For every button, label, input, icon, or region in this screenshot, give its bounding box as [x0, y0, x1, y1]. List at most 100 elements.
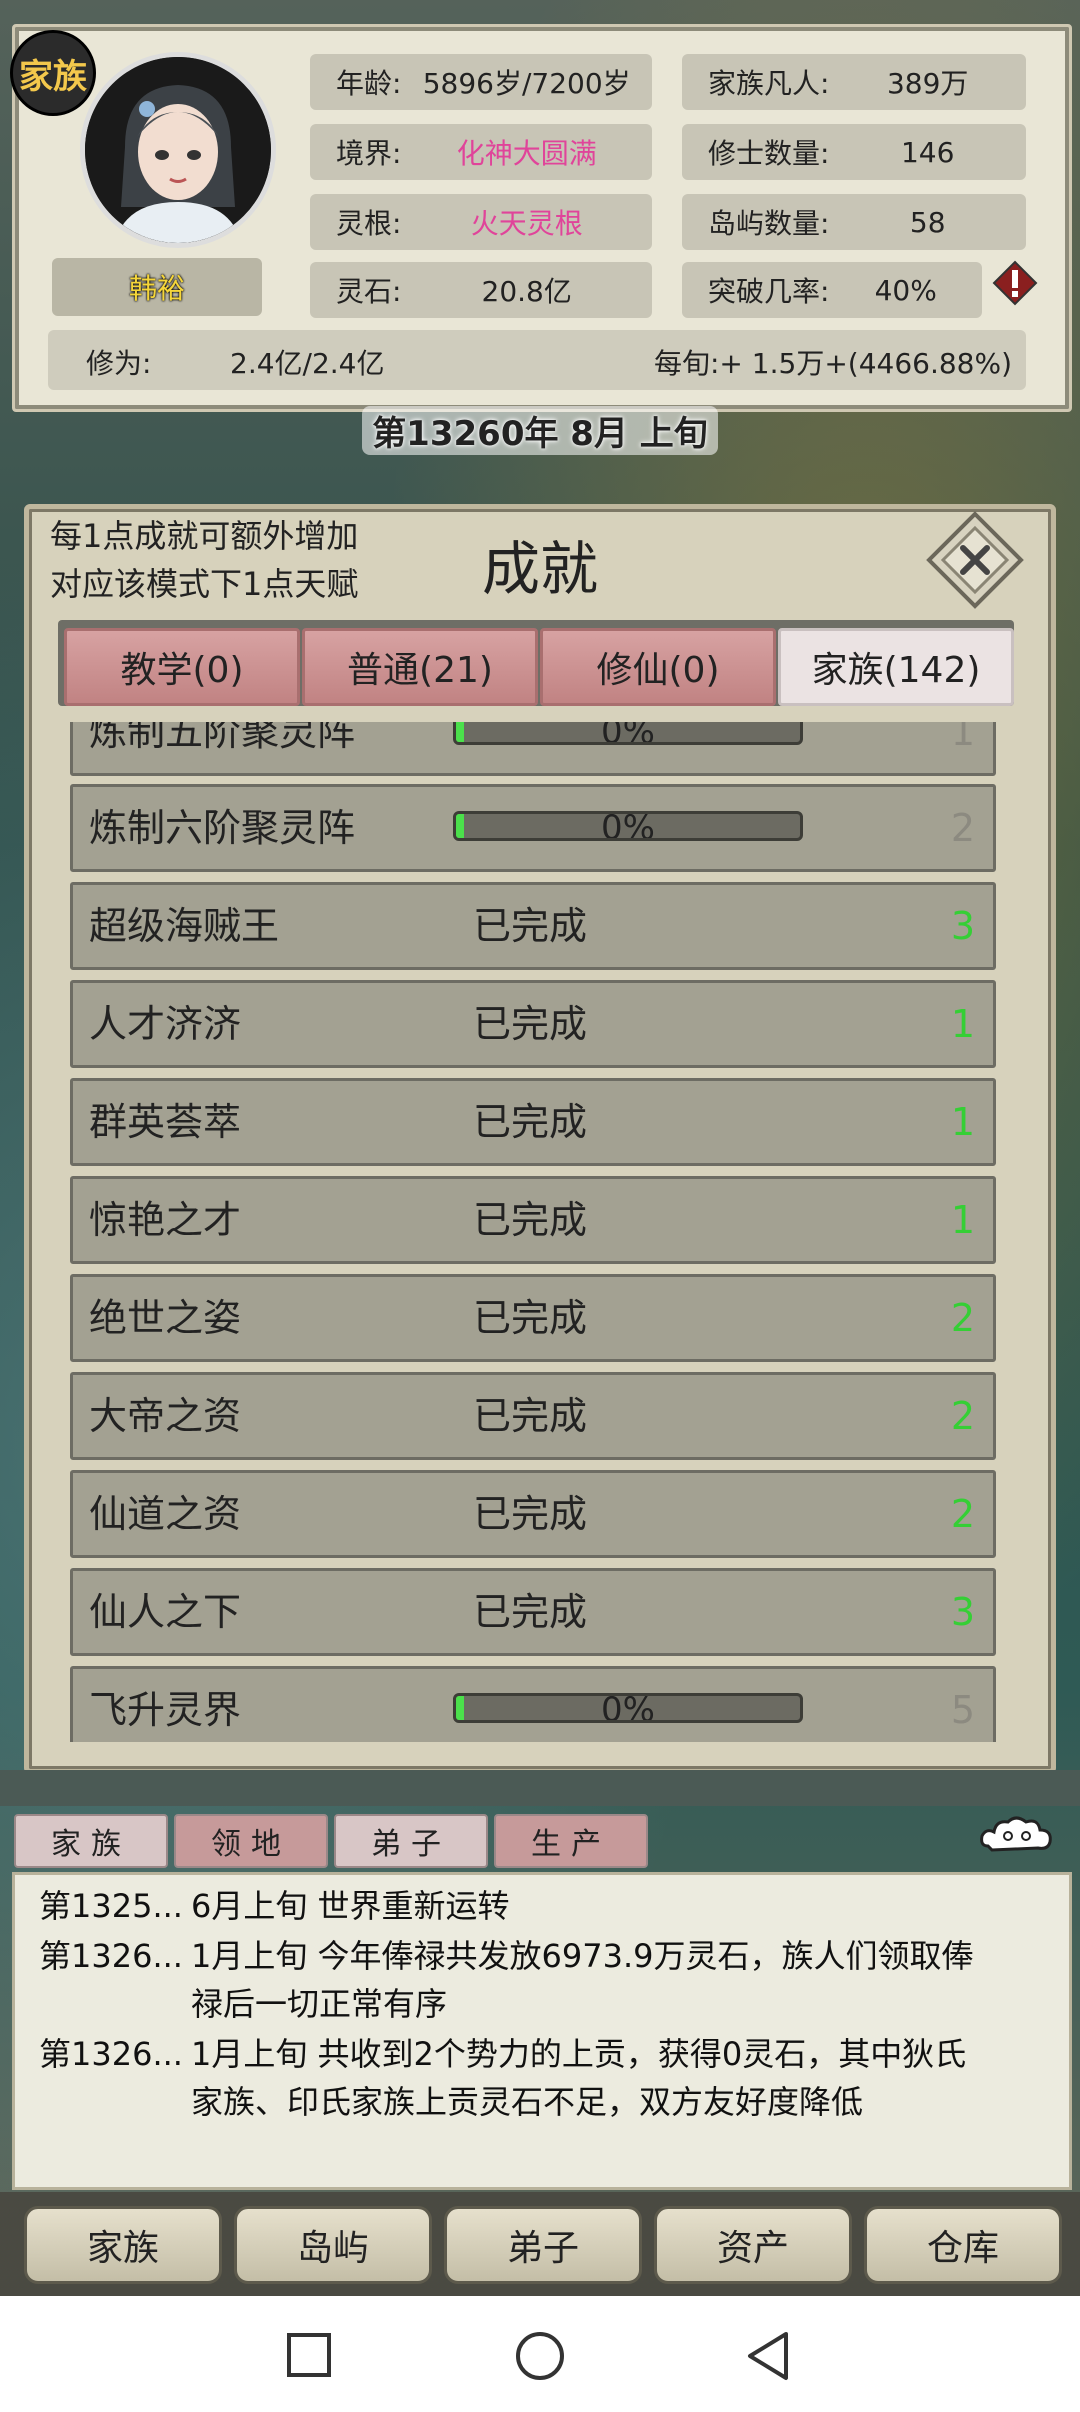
progress-text: 0%	[601, 811, 655, 841]
achievement-row: 群英荟萃 已完成 1	[70, 1078, 996, 1166]
achievement-name: 飞升灵界	[89, 1688, 242, 1732]
achievement-status: 已完成	[473, 904, 588, 948]
close-button[interactable]	[925, 510, 1025, 610]
achievement-row: 飞升灵界 0% 5	[70, 1666, 996, 1742]
achievement-points: 2	[950, 1296, 975, 1340]
achievement-row: 炼制六阶聚灵阵 0% 2	[70, 784, 996, 872]
achievement-points: 5	[950, 1688, 975, 1732]
achievement-name: 大帝之资	[89, 1394, 242, 1438]
per-period-gain: 每旬:+ 1.5万+(4466.88%)	[654, 347, 1013, 380]
achievement-name: 仙道之资	[89, 1492, 242, 1536]
dialog-title: 成就	[481, 535, 598, 603]
log-date: 第1325...	[39, 1887, 183, 1925]
age-value: 5896岁/7200岁	[422, 67, 631, 100]
log-date: 第1326...	[39, 1937, 183, 1975]
root-value: 火天灵根	[470, 207, 583, 240]
achievement-row: 绝世之姿 已完成 2	[70, 1274, 996, 1362]
achievement-row: 大帝之资 已完成 2	[70, 1372, 996, 1460]
log-message: 1月上旬 今年俸禄共发放6973.9万灵石，族人们领取俸	[191, 1937, 974, 1975]
breakthrough-value: 40%	[874, 273, 937, 307]
recent-apps-icon[interactable]	[286, 2332, 332, 2378]
progress-bar: 0%	[453, 722, 803, 745]
character-portrait-icon	[85, 57, 271, 243]
nav-disciples-button[interactable]: 弟子	[444, 2206, 642, 2284]
log-tab-territory[interactable]: 领地	[174, 1814, 328, 1868]
log-tab-family[interactable]: 家族	[14, 1814, 168, 1868]
log-date: 第1326...	[39, 2035, 183, 2073]
home-icon[interactable]	[514, 2330, 566, 2382]
people-value: 389万	[886, 67, 969, 100]
cultivators-stat: 修士数量: 146	[682, 124, 1026, 180]
progress-text: 0%	[601, 1693, 655, 1723]
warning-icon[interactable]	[992, 260, 1038, 306]
achievement-points: 1	[950, 1198, 975, 1242]
achievement-row: 人才济济 已完成 1	[70, 980, 996, 1068]
stone-value: 20.8亿	[481, 275, 572, 308]
realm-label: 境界:	[336, 137, 402, 170]
system-nav-bar	[0, 2296, 1080, 2412]
nav-islands-button[interactable]: 岛屿	[234, 2206, 432, 2284]
achievement-points: 2	[950, 1492, 975, 1536]
family-badge[interactable]: 家族	[10, 30, 96, 116]
achievement-status: 已完成	[473, 1198, 588, 1242]
age-label: 年龄:	[336, 67, 402, 100]
stone-label: 灵石:	[336, 275, 402, 308]
log-message: 禄后一切正常有序	[191, 1985, 448, 2023]
age-stat: 年龄: 5896岁/7200岁	[310, 54, 652, 110]
back-icon[interactable]	[744, 2330, 792, 2382]
progress-bar: 0%	[453, 811, 803, 841]
character-name[interactable]: 韩裕	[52, 258, 262, 316]
cultivators-label: 修士数量:	[708, 137, 830, 170]
achievement-points: 3	[950, 904, 975, 948]
achievement-hint: 每1点成就可额外增加 对应该模式下1点天赋	[50, 512, 470, 608]
tab-teaching[interactable]: 教学(0)	[64, 628, 300, 706]
game-date-text: 第13260年 8月 上旬	[362, 405, 718, 455]
log-tab-disciples[interactable]: 弟子	[334, 1814, 488, 1868]
root-stat: 灵根: 火天灵根	[310, 194, 652, 250]
achievement-points: 1	[950, 722, 975, 754]
tab-cultivation[interactable]: 修仙(0)	[540, 628, 776, 706]
log-tab-production[interactable]: 生产	[494, 1814, 648, 1868]
achievement-status: 已完成	[473, 1590, 588, 1634]
achievement-row: 炼制五阶聚灵阵 0% 1	[70, 722, 996, 776]
tab-family[interactable]: 家族(142)	[778, 628, 1014, 706]
achievement-name: 群英荟萃	[89, 1100, 242, 1144]
nav-warehouse-button[interactable]: 仓库	[864, 2206, 1062, 2284]
achievement-name: 人才济济	[89, 1002, 242, 1046]
achievement-name: 炼制六阶聚灵阵	[89, 806, 356, 850]
achievement-points: 3	[950, 1590, 975, 1634]
log-message: 6月上旬 世界重新运转	[191, 1887, 510, 1925]
achievement-status: 已完成	[473, 1296, 588, 1340]
xiuwei-label: 修为:	[86, 347, 152, 380]
event-log[interactable]: 第1325... 6月上旬 世界重新运转 第1326... 1月上旬 今年俸禄共…	[12, 1872, 1072, 2190]
cloud-icon[interactable]	[978, 1812, 1056, 1860]
achievement-name: 惊艳之才	[89, 1198, 242, 1242]
nav-family-button[interactable]: 家族	[24, 2206, 222, 2284]
achievement-name: 超级海贼王	[89, 904, 280, 948]
achievement-status: 已完成	[473, 1394, 588, 1438]
achievement-points: 2	[950, 1394, 975, 1438]
log-message: 家族、印氏家族上贡灵石不足，双方友好度降低	[191, 2083, 864, 2121]
tab-normal[interactable]: 普通(21)	[302, 628, 538, 706]
breakthrough-label: 突破几率:	[708, 275, 830, 308]
cultivators-value: 146	[900, 135, 955, 169]
avatar[interactable]	[80, 52, 276, 248]
breakthrough-stat: 突破几率: 40%	[682, 262, 982, 318]
islands-value: 58	[909, 205, 946, 239]
hint-line-1: 每1点成就可额外增加	[50, 517, 359, 555]
nav-assets-button[interactable]: 资产	[654, 2206, 852, 2284]
progress-bar: 0%	[453, 1693, 803, 1723]
achievement-points: 1	[950, 1002, 975, 1046]
stone-stat: 灵石: 20.8亿	[310, 262, 652, 318]
achievement-row: 仙道之资 已完成 2	[70, 1470, 996, 1558]
realm-value: 化神大圆满	[456, 137, 597, 170]
hint-line-2: 对应该模式下1点天赋	[50, 565, 359, 603]
achievement-list[interactable]: 炼制五阶聚灵阵 0% 1 炼制六阶聚灵阵 0% 2 超级海贼王 已完成 3 人才…	[58, 722, 1014, 1742]
achievement-name: 炼制五阶聚灵阵	[89, 722, 356, 754]
root-label: 灵根:	[336, 207, 402, 240]
islands-label: 岛屿数量:	[708, 207, 830, 240]
background-strip	[0, 1770, 1080, 1806]
islands-stat: 岛屿数量: 58	[682, 194, 1026, 250]
achievement-status: 已完成	[473, 1100, 588, 1144]
close-icon	[926, 511, 1024, 609]
